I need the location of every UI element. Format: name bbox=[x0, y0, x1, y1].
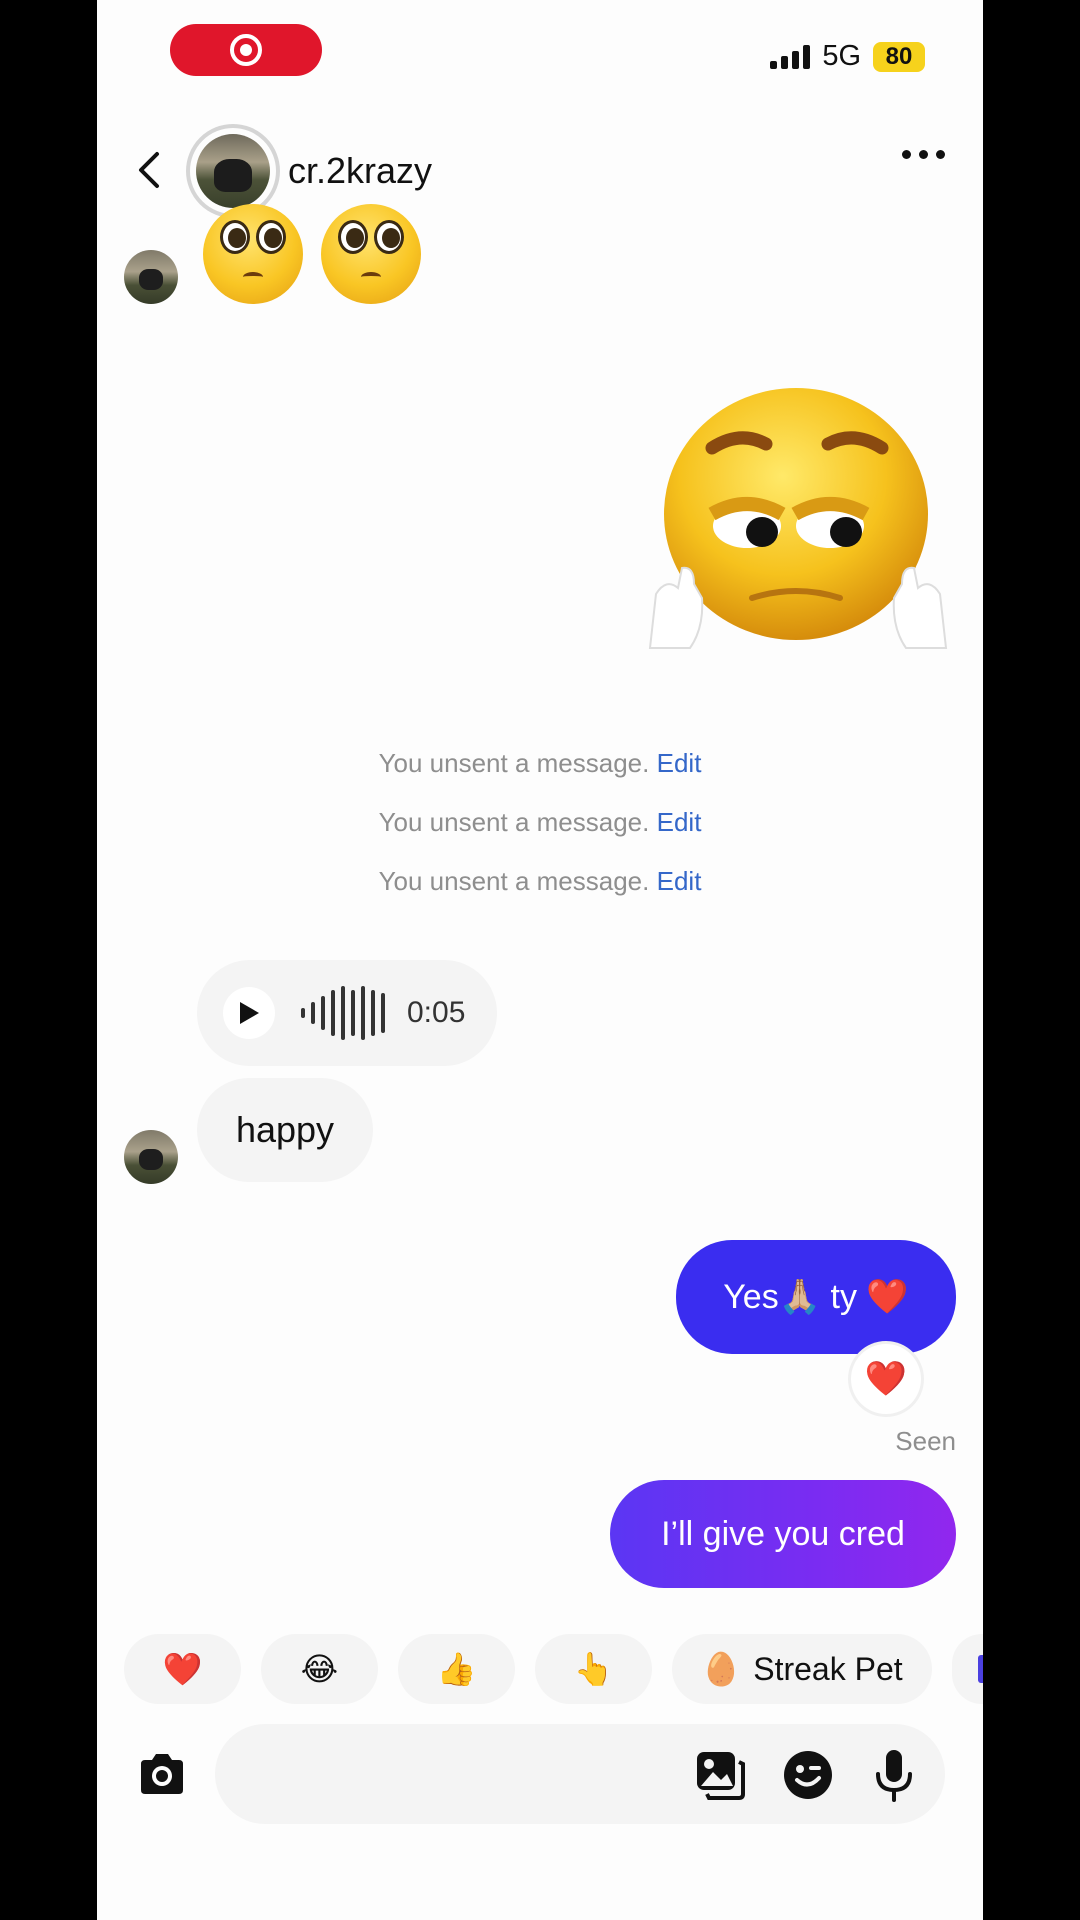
sender-avatar[interactable] bbox=[124, 250, 178, 304]
unsent-text: You unsent a message. bbox=[378, 866, 650, 896]
more-options-button[interactable] bbox=[902, 150, 945, 159]
quick-reply-heart[interactable]: ❤️ bbox=[124, 1634, 241, 1704]
unsent-text: You unsent a message. bbox=[378, 748, 650, 778]
voice-duration: 0:05 bbox=[407, 996, 466, 1029]
point-up-icon: 👆 bbox=[573, 1651, 614, 1687]
quick-reply-thumbs-up[interactable]: 👍 bbox=[398, 1634, 515, 1704]
voice-message[interactable]: 0:05 bbox=[197, 960, 497, 1066]
microphone-icon[interactable] bbox=[867, 1748, 921, 1802]
partial-icon bbox=[978, 1655, 983, 1683]
record-icon bbox=[230, 34, 262, 66]
sad-face-sticker[interactable] bbox=[642, 388, 954, 664]
heart-icon: ❤️ bbox=[162, 1651, 203, 1687]
unsent-notice: You unsent a message. Edit bbox=[97, 866, 983, 897]
laughing-emoji-icon: 😂 bbox=[300, 1651, 339, 1687]
seen-status: Seen bbox=[895, 1426, 956, 1456]
network-label: 5G bbox=[822, 40, 861, 72]
battery-indicator: 80 bbox=[873, 41, 925, 72]
unsent-notice: You unsent a message. Edit bbox=[97, 748, 983, 779]
edit-link[interactable]: Edit bbox=[657, 866, 702, 896]
quick-reply-more[interactable] bbox=[952, 1634, 983, 1704]
outgoing-message[interactable]: I’ll give you cred bbox=[610, 1480, 956, 1588]
signal-icon bbox=[770, 44, 811, 69]
play-icon bbox=[240, 1002, 259, 1024]
camera-icon[interactable] bbox=[135, 1748, 189, 1802]
outgoing-message[interactable]: Yes🙏🏼 ty ❤️ bbox=[676, 1240, 956, 1354]
chat-screen: 5G 80 cr.2krazy You unsent a message. Ed… bbox=[97, 0, 983, 1920]
avatar-image bbox=[196, 134, 270, 208]
back-button[interactable] bbox=[127, 148, 171, 192]
waveform bbox=[301, 986, 385, 1040]
message-input[interactable] bbox=[215, 1724, 945, 1824]
chat-username[interactable]: cr.2krazy bbox=[288, 150, 432, 192]
unsent-notice: You unsent a message. Edit bbox=[97, 807, 983, 838]
pleading-face-emoji[interactable] bbox=[203, 204, 303, 304]
streak-pet-label: Streak Pet bbox=[753, 1650, 903, 1687]
quick-reply-bar: ❤️ 😂 👍 👆 🥚 Streak Pet bbox=[124, 1634, 983, 1704]
egg-icon: 🥚 bbox=[701, 1651, 742, 1687]
unsent-text: You unsent a message. bbox=[378, 807, 650, 837]
edit-link[interactable]: Edit bbox=[657, 807, 702, 837]
incoming-message[interactable]: happy bbox=[197, 1078, 373, 1182]
quick-reply-laugh[interactable]: 😂 bbox=[261, 1634, 378, 1704]
play-button[interactable] bbox=[223, 987, 275, 1039]
sender-avatar[interactable] bbox=[124, 1130, 178, 1184]
status-bar: 5G 80 bbox=[770, 40, 925, 73]
heart-icon: ❤️ bbox=[864, 1360, 908, 1398]
screen-recording-indicator[interactable] bbox=[170, 24, 322, 76]
heart-reaction[interactable]: ❤️ bbox=[851, 1344, 921, 1414]
quick-reply-point-up[interactable]: 👆 bbox=[535, 1634, 652, 1704]
pleading-face-emoji[interactable] bbox=[321, 204, 421, 304]
edit-link[interactable]: Edit bbox=[657, 748, 702, 778]
profile-avatar[interactable] bbox=[186, 124, 280, 218]
thumbs-up-icon: 👍 bbox=[436, 1651, 477, 1687]
streak-pet-button[interactable]: 🥚 Streak Pet bbox=[672, 1634, 932, 1704]
gallery-icon[interactable] bbox=[693, 1748, 747, 1802]
sticker-icon[interactable] bbox=[781, 1748, 835, 1802]
